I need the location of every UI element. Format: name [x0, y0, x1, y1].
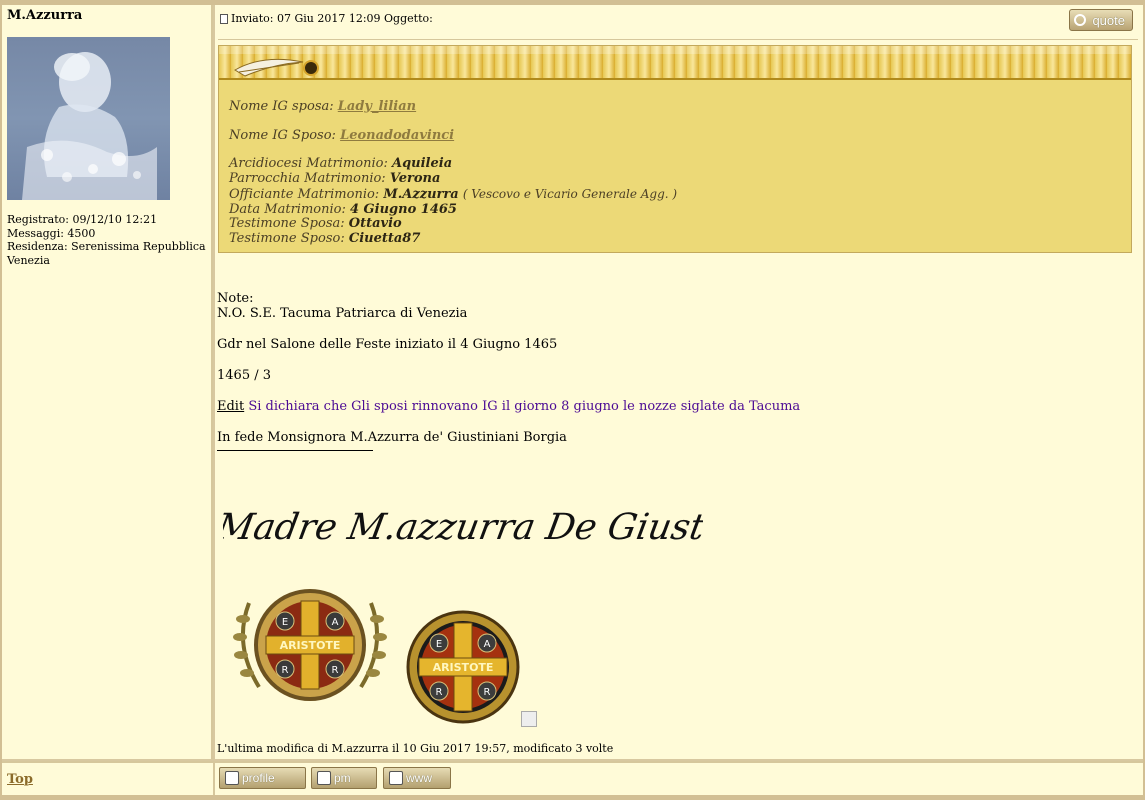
ig-field-label: Officiante Matrimonio:: [229, 186, 380, 202]
post-body: Inviato: 07 Giu 2017 12:09 Oggetto: quot…: [212, 5, 1143, 759]
svg-text:ARISTOTE: ARISTOTE: [433, 661, 494, 674]
post-header-text: Inviato: 07 Giu 2017 12:09 Oggetto:: [231, 12, 433, 25]
quote-button[interactable]: quote: [1069, 9, 1133, 31]
ig-field-value: Verona: [389, 171, 441, 187]
notes-line: N.O. S.E. Tacuma Patriarca di Venezia: [217, 306, 468, 321]
ig-field-value: 4 Giugno 1465: [349, 201, 457, 217]
svg-text:ARISTOTE: ARISTOTE: [280, 639, 341, 652]
signature-image: Madre M.azzurra De Giustiniani De Curtis: [212, 471, 996, 575]
edit-text: Si dichiara che Gli sposi rinnovano IG i…: [248, 399, 801, 414]
svg-text:R: R: [436, 687, 443, 698]
notes-section: Note: N.O. S.E. Tacuma Patriarca di Vene…: [217, 291, 800, 451]
user-messages: Messaggi: 4500: [7, 226, 96, 240]
ig-field-value: Ciuetta87: [348, 230, 421, 246]
www-icon: [389, 771, 403, 785]
edit-label: Edit: [217, 399, 245, 414]
ig-info-box: Nome IG sposa: Lady_lilian Nome IG Sposo…: [218, 45, 1132, 253]
www-label: www: [406, 771, 432, 785]
notes-title: Note:: [217, 291, 254, 306]
ig-field-label: Testimone Sposa:: [229, 216, 345, 232]
last-modified-note: L'ultima modifica di M.azzurra il 10 Giu…: [217, 742, 614, 755]
profile-button[interactable]: profile: [219, 767, 306, 789]
svg-text:R: R: [332, 665, 339, 676]
post-footer: Top profile pm www: [2, 761, 1143, 797]
signature-text: Madre M.azzurra De Giustiniani De Curtis: [223, 505, 703, 548]
ig-field-row: Testimone Sposo: Ciuetta87: [229, 230, 677, 247]
ig-field-label: Parrocchia Matrimonio:: [229, 171, 386, 187]
page-bottom-border: [0, 795, 1145, 800]
pm-label: pm: [334, 771, 351, 785]
profile-label: profile: [242, 771, 275, 785]
ig-field-label: Data Matrimonio:: [229, 201, 346, 217]
notes-line: Gdr nel Salone delle Feste iniziato il 4…: [217, 337, 558, 352]
aristotle-medal: ARISTOTE E A R R: [405, 609, 521, 729]
ig-field-row: Officiante Matrimonio: M.Azzurra ( Vesco…: [229, 187, 677, 203]
notes-line: 1465 / 3: [217, 368, 271, 383]
svg-text:E: E: [436, 639, 442, 650]
quill-icon: [234, 58, 319, 77]
svg-text:A: A: [484, 639, 491, 650]
magnifier-icon: [1074, 14, 1086, 26]
quote-label: quote: [1092, 12, 1125, 28]
ig-sposa-link[interactable]: Lady_lilian: [338, 99, 416, 114]
avatar: [7, 37, 170, 200]
ig-sposo-label: Nome IG Sposo:: [229, 127, 336, 143]
www-button[interactable]: www: [383, 767, 451, 789]
edit-note: Edit Si dichiara che Gli sposi rinnovano…: [217, 399, 800, 414]
ig-decorative-band: [219, 46, 1131, 80]
post-header: Inviato: 07 Giu 2017 12:09 Oggetto:: [220, 12, 433, 25]
svg-text:E: E: [282, 617, 288, 628]
fede-line: In fede Monsignora M.Azzurra de' Giustin…: [217, 430, 567, 445]
post-icon: [220, 13, 228, 24]
ig-field-row: Data Matrimonio: 4 Giugno 1465: [229, 201, 677, 218]
ig-sposa-label: Nome IG sposa:: [229, 99, 334, 114]
ig-sposo-link[interactable]: Leonadodavinci: [340, 128, 454, 143]
ig-field-value: M.Azzurra: [383, 186, 459, 202]
username[interactable]: M.Azzurra: [7, 8, 82, 23]
ig-field-label: Arcidiocesi Matrimonio:: [229, 156, 388, 172]
svg-text:R: R: [484, 687, 491, 698]
ig-field-row: Arcidiocesi Matrimonio: Aquileia: [229, 157, 677, 172]
svg-text:A: A: [332, 617, 339, 628]
ig-field-row: Testimone Sposa: Ottavio: [229, 216, 677, 232]
broken-image-icon: [521, 711, 537, 727]
pm-icon: [317, 771, 331, 785]
aristotle-medal-laurel: ARISTOTE E A R R: [229, 583, 391, 711]
ig-field-extra: ( Vescovo e Vicario Generale Agg. ): [462, 186, 678, 201]
top-link[interactable]: Top: [7, 772, 33, 787]
pm-button[interactable]: pm: [311, 767, 377, 789]
svg-text:R: R: [282, 665, 289, 676]
ig-field-value: Aquileia: [391, 156, 453, 172]
profile-icon: [225, 771, 239, 785]
ig-field-label: Testimone Sposo:: [229, 230, 345, 246]
header-divider: [218, 39, 1138, 40]
user-registered: Registrato: 09/12/10 12:21: [7, 213, 158, 226]
user-residence: Residenza: Serenissima Repubblica Venezi…: [7, 240, 206, 267]
user-panel: M.Azzurra Registrato: 09/12/10 12:21 Mes…: [2, 5, 213, 759]
ig-details: Nome IG sposa: Lady_lilian Nome IG Sposo…: [229, 99, 677, 247]
signature-separator: [217, 450, 373, 451]
user-info: Registrato: 09/12/10 12:21 Messaggi: 450…: [7, 213, 207, 267]
ig-field-value: Ottavio: [348, 216, 402, 232]
ig-field-row: Parrocchia Matrimonio: Verona: [229, 171, 677, 187]
